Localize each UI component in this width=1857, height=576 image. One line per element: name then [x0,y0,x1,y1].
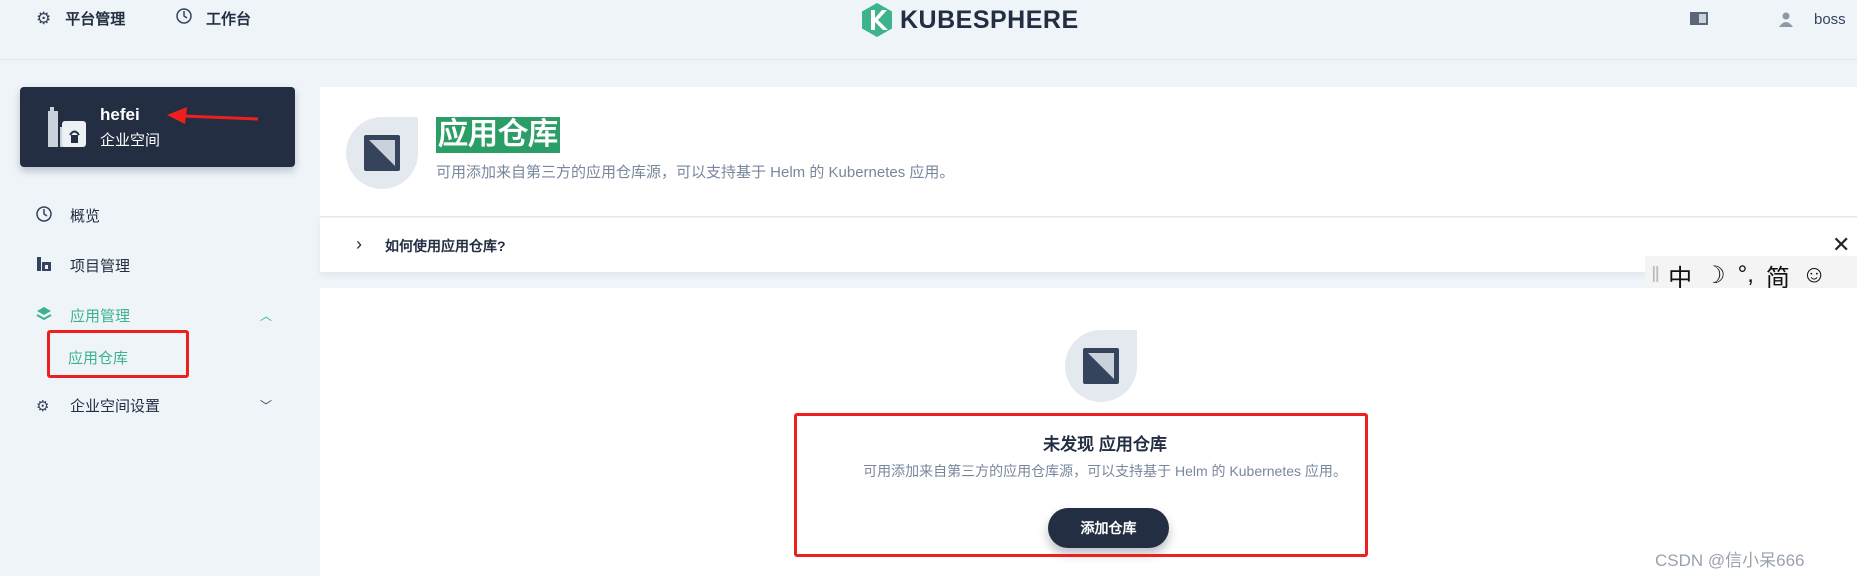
sidebar-item-projects[interactable]: 项目管理 [36,255,130,276]
sidebar-item-label: 概览 [70,208,101,225]
kubesphere-logo[interactable]: KUBESPHERE [860,2,1079,38]
sidebar-item-label: 项目管理 [70,258,131,275]
workspace-type: 企业空间 [100,132,161,149]
dashboard-icon [176,8,192,29]
platform-management-label: 平台管理 [65,11,126,28]
drag-handle-icon[interactable]: ‖ [1651,262,1660,288]
workspace-name: hefei [100,105,140,124]
chevron-right-icon: › [356,234,362,254]
sidebar-item-overview[interactable]: 概览 [36,205,100,226]
logo-text: KUBESPHERE [900,5,1079,34]
user-icon[interactable] [1778,11,1794,27]
annotation-box [47,330,189,378]
workbench-link[interactable]: 工作台 [176,8,251,29]
sidebar-item-workspace-settings[interactable]: ⚙ 企业空间设置 [36,395,160,416]
layers-icon [36,306,54,326]
chevron-up-icon[interactable]: ︿ [260,307,272,324]
app-repo-icon [346,117,418,189]
sidebar-item-label: 企业空间设置 [70,398,161,415]
help-label: 如何使用应用仓库? [385,238,506,254]
page-title: 应用仓库 [436,117,560,153]
top-header: ⚙ 平台管理 工作台 KUBESPHERE boss [0,0,1857,60]
gear-icon: ⚙ [36,8,52,28]
username[interactable]: boss [1814,11,1846,28]
ime-emoji-icon[interactable]: ☺ [1802,261,1827,289]
page-description: 可用添加来自第三方的应用仓库源，可以支持基于 Helm 的 Kubernetes… [436,164,955,181]
annotation-box [794,413,1368,557]
help-collapsible[interactable]: › 如何使用应用仓库? [320,218,1857,272]
project-icon [36,256,54,276]
close-icon[interactable]: ✕ [1832,232,1850,258]
sidebar-item-label: 应用管理 [70,308,131,325]
platform-management-link[interactable]: ⚙ 平台管理 [36,8,125,29]
gear-icon: ⚙ [36,397,50,415]
workbench-label: 工作台 [206,11,252,28]
watermark: CSDN @信小呆666 [1655,551,1805,570]
kubesphere-logo-icon [862,3,892,37]
sidebar-toggle-icon[interactable] [1690,12,1708,25]
ime-moon-icon[interactable]: ☽ [1704,261,1726,290]
dashboard-icon [36,205,54,226]
chevron-down-icon[interactable]: ﹀ [260,397,272,414]
annotation-arrow [167,107,259,124]
page-banner: 应用仓库 可用添加来自第三方的应用仓库源，可以支持基于 Helm 的 Kuber… [320,87,1857,217]
ime-punctuation-toggle[interactable]: °, [1738,261,1754,289]
app-repo-icon [1065,330,1137,402]
sidebar-item-app-management[interactable]: 应用管理 [36,305,130,326]
workspace-icon [48,107,86,147]
